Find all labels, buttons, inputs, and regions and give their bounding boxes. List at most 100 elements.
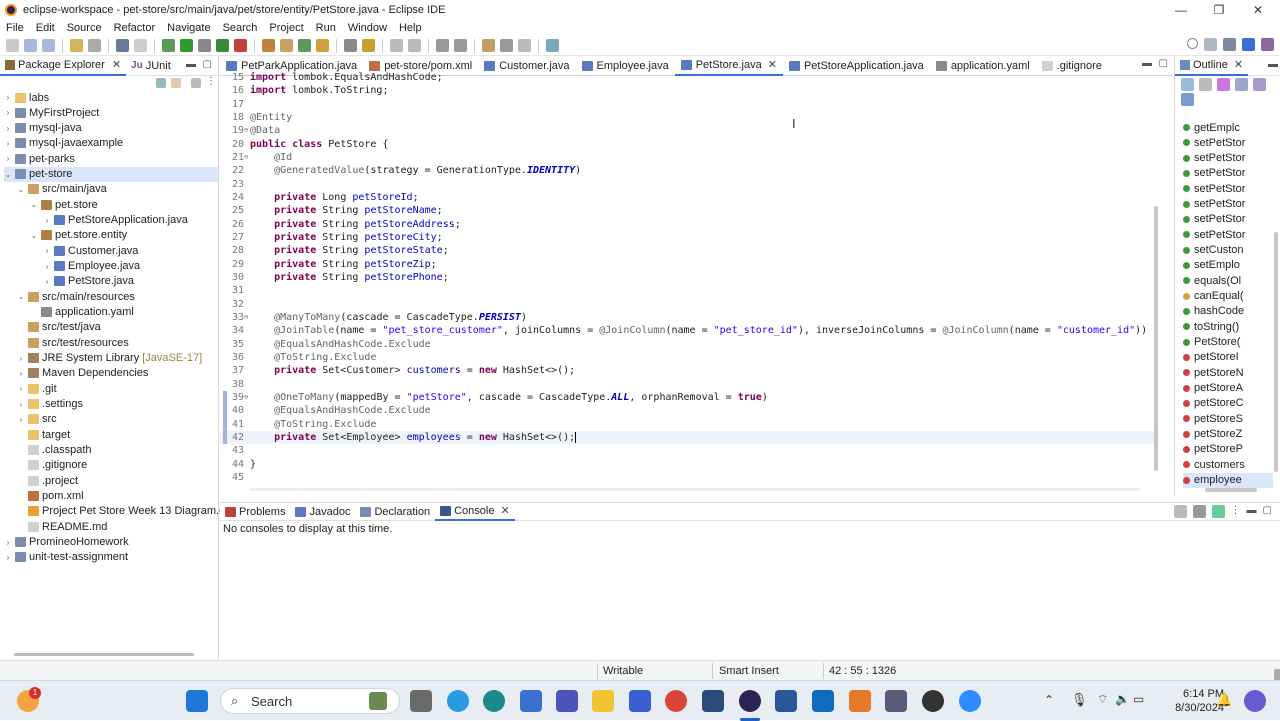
- volume-icon[interactable]: 🔈: [1115, 692, 1130, 706]
- chevron-right-icon[interactable]: ›: [17, 415, 25, 424]
- minimize-view-icon[interactable]: ▬: [1247, 505, 1257, 518]
- outline-item[interactable]: setPetStor: [1183, 181, 1245, 196]
- view-menu-icon[interactable]: ⋮: [206, 76, 216, 87]
- chevron-right-icon[interactable]: ›: [4, 139, 12, 148]
- hide-nonpublic-icon[interactable]: [1253, 78, 1266, 91]
- tree-item[interactable]: › .settings: [17, 397, 83, 412]
- edge-icon[interactable]: [483, 690, 505, 712]
- maximize-editor-icon[interactable]: ▢: [1159, 58, 1168, 69]
- tree-item[interactable]: › Employee.java: [43, 259, 141, 274]
- focus-icon[interactable]: [1181, 93, 1194, 106]
- code-line[interactable]: 41 @ToString.Exclude: [220, 418, 1155, 431]
- code-line[interactable]: 30 private String petStorePhone;: [220, 271, 1155, 284]
- coverage-icon[interactable]: [216, 39, 229, 52]
- office-icon[interactable]: [849, 690, 871, 712]
- tree-item[interactable]: › mysql-java: [4, 121, 82, 136]
- file-explorer-icon[interactable]: [592, 690, 614, 712]
- display-console-icon[interactable]: [1192, 505, 1206, 518]
- code-line[interactable]: 38: [220, 378, 1155, 391]
- open-perspective-icon[interactable]: [1204, 38, 1217, 51]
- code-line[interactable]: 37 private Set<Customer> customers = new…: [220, 364, 1155, 377]
- fold-toggle-icon[interactable]: ⊖: [244, 124, 248, 137]
- tree-item[interactable]: ⌄ pet.store: [30, 197, 98, 212]
- chevron-right-icon[interactable]: ›: [4, 124, 12, 133]
- explorer-hscrollbar[interactable]: [14, 653, 194, 656]
- outline-item[interactable]: petStoreP: [1183, 442, 1243, 457]
- outline-item[interactable]: canEqual(: [1183, 289, 1244, 304]
- code-line[interactable]: 32: [220, 298, 1155, 311]
- chevron-right-icon[interactable]: ›: [43, 277, 51, 286]
- sort-icon[interactable]: [1199, 78, 1212, 91]
- tree-item[interactable]: › src: [17, 412, 57, 427]
- tree-item[interactable]: › .git: [17, 381, 57, 396]
- code-line[interactable]: 23: [220, 178, 1155, 191]
- tree-item[interactable]: › JRE System Library [JavaSE-17]: [17, 351, 202, 366]
- menu-search[interactable]: Search: [217, 22, 264, 34]
- chevron-down-icon[interactable]: ⌄: [30, 231, 38, 240]
- tab-declaration[interactable]: Declaration: [355, 503, 435, 521]
- chrome-icon[interactable]: [665, 690, 687, 712]
- code-line[interactable]: 24 private Long petStoreId;: [220, 191, 1155, 204]
- code-line[interactable]: 40 @EqualsAndHashCode.Exclude: [220, 404, 1155, 417]
- tree-item[interactable]: src/test/java: [17, 320, 101, 335]
- outline-item[interactable]: employee: [1183, 472, 1273, 488]
- outline-item[interactable]: petStoreI: [1183, 350, 1239, 365]
- search-icon[interactable]: [1187, 38, 1198, 49]
- microphone-icon[interactable]: 🎙: [1071, 692, 1088, 708]
- outline-item[interactable]: petStoreA: [1183, 381, 1243, 396]
- tree-item[interactable]: pom.xml: [17, 489, 84, 504]
- close-icon[interactable]: ✕: [768, 58, 777, 71]
- outline-item[interactable]: petStoreC: [1183, 396, 1244, 411]
- outline-item[interactable]: setPetStor: [1183, 197, 1245, 212]
- menu-edit[interactable]: Edit: [30, 22, 61, 34]
- code-line[interactable]: 44}: [220, 458, 1155, 471]
- chevron-right-icon[interactable]: ›: [17, 369, 25, 378]
- tree-item[interactable]: ⌄ src/main/resources: [17, 289, 135, 304]
- code-line[interactable]: 33 ⊖ @ManyToMany(cascade = CascadeType.PE…: [220, 311, 1155, 324]
- outline-item[interactable]: setEmplo: [1183, 258, 1240, 273]
- menu-file[interactable]: File: [0, 22, 30, 34]
- code-line[interactable]: 16 import lombok.ToString;: [220, 84, 1155, 97]
- tree-item[interactable]: › Maven Dependencies: [17, 366, 149, 381]
- chevron-right-icon[interactable]: ›: [17, 400, 25, 409]
- debug-perspective-icon[interactable]: [1261, 38, 1274, 51]
- tree-item[interactable]: › PetStoreApplication.java: [43, 213, 188, 228]
- tab-package-explorer[interactable]: Package Explorer ✕: [0, 55, 127, 76]
- tree-item[interactable]: › PromineoHomework: [4, 535, 129, 550]
- view-menu-icon[interactable]: ⋮: [1231, 505, 1241, 518]
- menu-source[interactable]: Source: [61, 22, 108, 34]
- github-icon[interactable]: [922, 690, 944, 712]
- copilot-tray-icon[interactable]: [1244, 690, 1266, 712]
- fold-toggle-icon[interactable]: ⊖: [244, 391, 248, 404]
- tree-item[interactable]: application.yaml: [30, 305, 134, 320]
- tree-item[interactable]: ⌄ src/main/java: [17, 182, 107, 197]
- java-ee-perspective-icon[interactable]: [1223, 38, 1236, 51]
- chevron-right-icon[interactable]: ›: [4, 108, 12, 117]
- menu-window[interactable]: Window: [342, 22, 393, 34]
- java-perspective-icon[interactable]: [1242, 38, 1255, 51]
- next-annotation-icon[interactable]: [436, 39, 449, 52]
- tree-item[interactable]: src/test/resources: [17, 335, 129, 350]
- external-tools-icon[interactable]: [234, 39, 247, 52]
- outline-item[interactable]: setCuston: [1183, 243, 1244, 258]
- outline-item[interactable]: equals(Ol: [1183, 273, 1241, 288]
- chevron-right-icon[interactable]: ›: [43, 262, 51, 271]
- outlook-icon[interactable]: [812, 690, 834, 712]
- code-line[interactable]: 17: [220, 98, 1155, 111]
- back-icon[interactable]: [500, 39, 513, 52]
- save-all-icon[interactable]: [42, 39, 55, 52]
- code-line[interactable]: 35 @EqualsAndHashCode.Exclude: [220, 338, 1155, 351]
- maximize-view-icon[interactable]: ▢: [1263, 505, 1272, 518]
- outline-item[interactable]: getEmplc: [1183, 120, 1240, 135]
- pin-console-icon[interactable]: [1173, 505, 1187, 518]
- snipping-tool-icon[interactable]: [885, 690, 907, 712]
- outline-item[interactable]: setPetStor: [1183, 151, 1245, 166]
- new-package-icon[interactable]: [280, 39, 293, 52]
- tree-item[interactable]: › unit-test-assignment: [4, 550, 128, 565]
- mysql-workbench-icon[interactable]: [702, 690, 724, 712]
- chevron-down-icon[interactable]: ⌄: [17, 292, 25, 301]
- chevron-right-icon[interactable]: ›: [17, 354, 25, 363]
- menu-help[interactable]: Help: [393, 22, 428, 34]
- tree-item[interactable]: ⌄ pet.store.entity: [30, 228, 128, 243]
- chevron-right-icon[interactable]: ›: [4, 154, 12, 163]
